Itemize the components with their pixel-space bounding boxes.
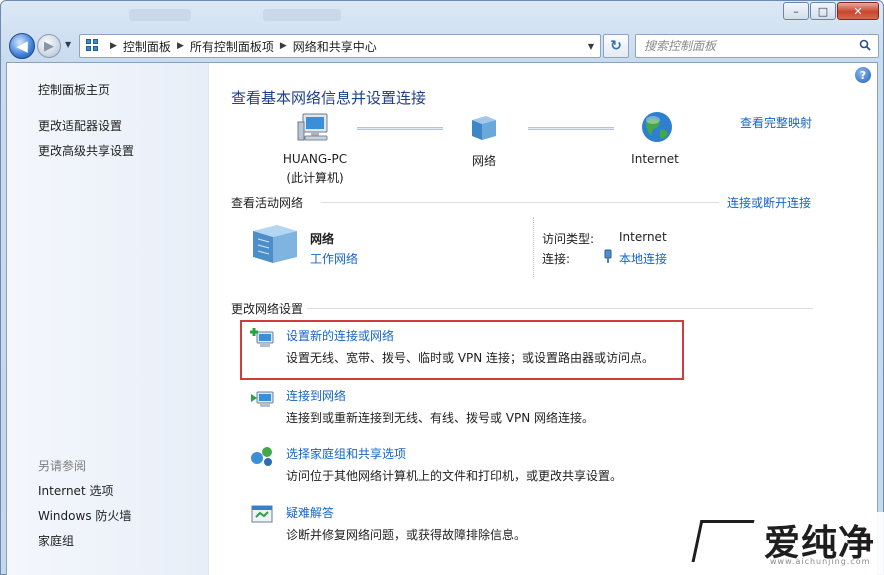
search-box[interactable] xyxy=(635,34,879,58)
breadcrumb-separator-icon[interactable]: ▶ xyxy=(110,41,117,51)
active-network-name: 网络 xyxy=(310,232,335,246)
address-bar[interactable]: ▶ 控制面板 ▶ 所有控制面板项 ▶ 网络和共享中心 ▼ xyxy=(79,34,601,58)
section-divider xyxy=(321,202,719,203)
new-connection-icon xyxy=(250,328,274,347)
sidebar-homegroup-link[interactable]: 家庭组 xyxy=(38,532,74,549)
breadcrumb-separator-icon[interactable]: ▶ xyxy=(280,41,287,51)
task-troubleshoot-desc: 诊断并修复网络问题，或获得故障排除信息。 xyxy=(286,528,527,542)
title-bar: – □ ✕ xyxy=(1,1,884,29)
local-connection-link[interactable]: 本地连接 xyxy=(619,250,667,267)
network-label: 网络 xyxy=(471,154,496,168)
vertical-divider xyxy=(533,217,534,277)
internet-globe-icon[interactable] xyxy=(640,110,674,144)
sidebar-home-link[interactable]: 控制面板主页 xyxy=(38,81,110,98)
help-icon[interactable]: ? xyxy=(855,67,871,83)
task-new-connection-link[interactable]: 设置新的连接或网络 xyxy=(286,327,394,344)
close-button[interactable]: ✕ xyxy=(837,2,879,20)
caption-buttons: – □ ✕ xyxy=(782,2,879,20)
recent-pages-dropdown-icon[interactable]: ▼ xyxy=(65,40,71,49)
watermark: 爱纯净 www.aichunjing.com xyxy=(686,512,884,575)
network-building-icon xyxy=(253,225,297,263)
access-type-value: Internet xyxy=(619,230,667,244)
task-homegroup-desc: 访问位于其他网络计算机上的文件和打印机，或更改共享设置。 xyxy=(286,469,623,483)
connection-line xyxy=(528,127,614,130)
connection-line xyxy=(357,127,443,130)
network-icon[interactable] xyxy=(466,114,502,142)
computer-name-label: HUANG-PC xyxy=(282,152,348,166)
blurred-title-element xyxy=(263,9,341,21)
breadcrumb-control-panel[interactable]: 控制面板 xyxy=(123,38,171,55)
search-icon[interactable] xyxy=(859,39,871,51)
network-type-link[interactable]: 工作网络 xyxy=(310,250,358,267)
breadcrumb-network-center[interactable]: 网络和共享中心 xyxy=(293,38,377,55)
sidebar: 控制面板主页 更改适配器设置 更改高级共享设置 另请参阅 Internet 选项… xyxy=(7,63,209,575)
back-button[interactable]: ◀ xyxy=(9,33,35,59)
computer-sub-label: (此计算机) xyxy=(286,171,344,185)
homegroup-sharing-icon xyxy=(251,447,272,466)
control-panel-icon xyxy=(86,39,104,53)
address-dropdown-icon[interactable]: ▼ xyxy=(588,42,594,51)
task-new-connection-desc: 设置无线、宽带、拨号、临时或 VPN 连接；或设置路由器或访问点。 xyxy=(286,351,655,365)
breadcrumb-separator-icon[interactable]: ▶ xyxy=(177,41,184,51)
maximize-button[interactable]: □ xyxy=(810,2,836,20)
watermark-url: www.aichunjing.com xyxy=(770,557,871,566)
sidebar-change-adapter-link[interactable]: 更改适配器设置 xyxy=(38,117,122,134)
connect-to-network-icon xyxy=(251,391,274,407)
sidebar-firewall-link[interactable]: Windows 防火墙 xyxy=(38,507,131,524)
content-area: 控制面板主页 更改适配器设置 更改高级共享设置 另请参阅 Internet 选项… xyxy=(6,62,878,575)
navigation-bar: ◀ ▶ ▼ ▶ 控制面板 ▶ 所有控制面板项 ▶ 网络和共享中心 ▼ ↻ xyxy=(7,31,879,61)
refresh-button[interactable]: ↻ xyxy=(603,34,629,58)
forward-button[interactable]: ▶ xyxy=(37,34,61,58)
search-input[interactable] xyxy=(644,39,844,53)
connection-label: 连接: xyxy=(542,252,571,266)
task-connect-network-desc: 连接到或重新连接到无线、有线、拨号或 VPN 网络连接。 xyxy=(286,411,595,425)
ethernet-plug-icon xyxy=(604,249,612,263)
connect-disconnect-link[interactable]: 连接或断开连接 xyxy=(727,194,811,211)
computer-icon xyxy=(297,113,328,141)
view-full-map-link[interactable]: 查看完整映射 xyxy=(740,114,812,131)
active-networks-heading: 查看活动网络 xyxy=(231,196,304,210)
access-type-label: 访问类型: xyxy=(542,232,595,246)
section-divider xyxy=(307,308,813,309)
task-connect-network-link[interactable]: 连接到网络 xyxy=(286,387,346,404)
task-troubleshoot-link[interactable]: 疑难解答 xyxy=(286,504,334,521)
internet-label: Internet xyxy=(631,152,679,166)
troubleshoot-icon xyxy=(251,505,273,523)
sidebar-internet-options-link[interactable]: Internet 选项 xyxy=(38,482,113,499)
task-homegroup-link[interactable]: 选择家庭组和共享选项 xyxy=(286,445,406,462)
see-also-heading: 另请参阅 xyxy=(38,459,87,473)
minimize-button[interactable]: – xyxy=(783,2,809,20)
watermark-logo-icon xyxy=(691,520,755,562)
change-settings-heading: 更改网络设置 xyxy=(231,302,304,316)
blurred-title-element xyxy=(129,9,191,21)
page-title: 查看基本网络信息并设置连接 xyxy=(231,89,427,107)
breadcrumb-all-items[interactable]: 所有控制面板项 xyxy=(190,38,274,55)
sidebar-advanced-sharing-link[interactable]: 更改高级共享设置 xyxy=(38,142,134,159)
